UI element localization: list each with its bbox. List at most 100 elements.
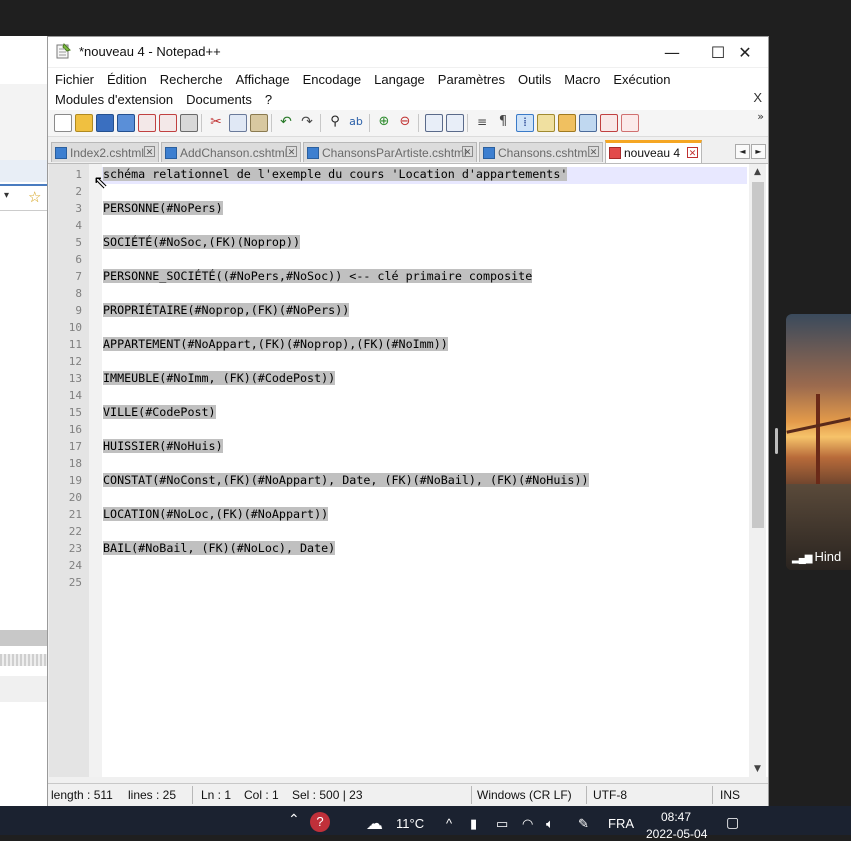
tab-close-icon[interactable]: ✕	[286, 146, 297, 157]
tab-chansons[interactable]: Chansons.cshtml ✕	[479, 142, 603, 162]
chevron-up-icon[interactable]: ⌃	[288, 811, 300, 828]
zoom-out-icon[interactable]: ⊖	[397, 114, 413, 130]
close-all-icon[interactable]	[159, 114, 177, 132]
code-line[interactable]: LOCATION(#NoLoc,(FK)(#NoAppart))	[103, 507, 329, 521]
code-line[interactable]: BAIL(#NoBail, (FK)(#NoLoc), Date)	[103, 541, 336, 555]
close-document-button[interactable]: X	[753, 90, 762, 105]
menu-fichier[interactable]: Fichier	[55, 72, 94, 87]
status-divider	[586, 786, 587, 804]
menu-affichage[interactable]: Affichage	[236, 72, 290, 87]
code-line[interactable]: schéma relationnel de l'exemple du cours…	[103, 167, 568, 181]
video-participant-tile[interactable]: ▂▄▆ Hind	[786, 314, 851, 570]
tab-index2[interactable]: Index2.cshtml ✕	[51, 142, 159, 162]
code-line[interactable]: HUISSIER(#NoHuis)	[103, 439, 223, 453]
title-bar[interactable]: *nouveau 4 - Notepad++ — ☐ ✕	[48, 37, 768, 67]
monitoring-icon[interactable]	[621, 114, 639, 132]
notification-icon[interactable]: ▢	[726, 814, 739, 831]
status-eol-format[interactable]: Windows (CR LF)	[477, 788, 572, 802]
sync-vertical-icon[interactable]	[425, 114, 443, 132]
zoom-in-icon[interactable]: ⊕	[376, 114, 392, 130]
vertical-scrollbar[interactable]: ▲ ▼	[749, 164, 766, 777]
battery-icon[interactable]: ▭	[496, 816, 508, 832]
pen-icon[interactable]: ✎	[578, 816, 589, 832]
background-address-bar[interactable]: ▾ ☆	[0, 184, 47, 211]
user-defined-language-icon[interactable]	[537, 114, 555, 132]
tab-close-icon[interactable]: ✕	[687, 147, 698, 158]
scroll-down-arrow-icon[interactable]: ▼	[749, 761, 766, 777]
tab-nouveau-4[interactable]: nouveau 4 ✕	[605, 140, 702, 163]
save-icon[interactable]	[96, 114, 114, 132]
undo-icon[interactable]: ↶	[278, 114, 294, 130]
menu-edition[interactable]: Édition	[107, 72, 147, 87]
menu-documents[interactable]: Documents	[186, 92, 252, 107]
tab-close-icon[interactable]: ✕	[588, 146, 599, 157]
tab-scroll-right-button[interactable]: ►	[751, 144, 766, 159]
minimize-button[interactable]: —	[649, 37, 695, 67]
show-hidden-icons-icon[interactable]: ^	[446, 816, 452, 831]
close-file-icon[interactable]	[138, 114, 156, 132]
fold-margin[interactable]	[89, 164, 102, 777]
tab-scroll-left-button[interactable]: ◄	[735, 144, 750, 159]
line-number: 12	[68, 355, 82, 368]
code-line[interactable]: IMMEUBLE(#NoImm, (FK)(#CodePost))	[103, 371, 336, 385]
status-insert-mode[interactable]: INS	[720, 788, 740, 802]
window-title: *nouveau 4 - Notepad++	[79, 44, 221, 59]
chevron-down-icon[interactable]: ▾	[4, 190, 9, 201]
redo-icon[interactable]: ↷	[299, 114, 315, 130]
toolbar-overflow-icon[interactable]: »	[757, 110, 764, 123]
help-app-icon[interactable]: ?	[310, 812, 330, 832]
folder-as-workspace-icon[interactable]	[600, 114, 618, 132]
code-line[interactable]: APPARTEMENT(#NoAppart,(FK)(#Noprop),(FK)…	[103, 337, 448, 351]
save-all-icon[interactable]	[117, 114, 135, 132]
clock-time[interactable]: 08:47	[661, 810, 691, 824]
status-selection: Sel : 500 | 23	[292, 788, 363, 802]
print-icon[interactable]	[180, 114, 198, 132]
code-line[interactable]: SOCIÉTÉ(#NoSoc,(FK)(Noprop))	[103, 235, 301, 249]
menu-macro[interactable]: Macro	[564, 72, 600, 87]
find-icon[interactable]: ⚲	[327, 114, 343, 130]
close-button[interactable]: ✕	[722, 37, 768, 67]
code-line[interactable]: VILLE(#CodePost)	[103, 405, 216, 419]
scroll-up-arrow-icon[interactable]: ▲	[749, 164, 766, 180]
volume-icon[interactable]: 🔈︎	[546, 816, 554, 832]
open-file-icon[interactable]	[75, 114, 93, 132]
menu-help[interactable]: ?	[265, 92, 272, 107]
clock-date[interactable]: 2022-05-04	[646, 827, 707, 841]
code-line[interactable]: PERSONNE_SOCIÉTÉ((#NoPers,#NoSoc)) <-- c…	[103, 269, 533, 283]
input-language[interactable]: FRA	[608, 816, 634, 831]
replace-icon[interactable]: ab	[348, 114, 364, 130]
new-file-icon[interactable]	[54, 114, 72, 132]
document-map-icon[interactable]	[558, 114, 576, 132]
menu-langage[interactable]: Langage	[374, 72, 425, 87]
function-list-icon[interactable]	[579, 114, 597, 132]
menu-outils[interactable]: Outils	[518, 72, 551, 87]
indent-guide-icon[interactable]: ⁞	[516, 114, 534, 132]
show-all-characters-icon[interactable]: ¶	[495, 114, 511, 130]
cut-icon[interactable]: ✂	[208, 114, 224, 130]
menu-modules-extension[interactable]: Modules d'extension	[55, 92, 173, 107]
code-line[interactable]: CONSTAT(#NoConst,(FK)(#NoAppart), Date, …	[103, 473, 589, 487]
favorites-star-icon[interactable]: ☆	[28, 188, 41, 206]
menu-execution[interactable]: Exécution	[613, 72, 670, 87]
word-wrap-icon[interactable]: ≡	[474, 114, 490, 130]
scrollbar-thumb[interactable]	[752, 182, 764, 528]
paste-icon[interactable]	[250, 114, 268, 132]
weather-cloud-icon[interactable]: ☁	[366, 814, 383, 834]
panel-resize-handle[interactable]	[775, 428, 778, 454]
microphone-icon[interactable]: ▮	[470, 816, 477, 832]
sync-horizontal-icon[interactable]	[446, 114, 464, 132]
menu-parametres[interactable]: Paramètres	[438, 72, 505, 87]
text-editor[interactable]: 1 2 3 4 5 6 7 8 9 10 11 12 13 14 15 16 17 18 19 20 21 22 23 24 2…	[49, 164, 768, 777]
code-line[interactable]: PERSONNE(#NoPers)	[103, 201, 223, 215]
weather-temperature[interactable]: 11°C	[396, 816, 424, 831]
menu-recherche[interactable]: Recherche	[160, 72, 223, 87]
copy-icon[interactable]	[229, 114, 247, 132]
status-encoding[interactable]: UTF-8	[593, 788, 627, 802]
tab-close-icon[interactable]: ✕	[144, 146, 155, 157]
wifi-icon[interactable]: ◠	[522, 816, 533, 832]
menu-encodage[interactable]: Encodage	[303, 72, 362, 87]
tab-addchanson[interactable]: AddChanson.cshtml ✕	[161, 142, 301, 162]
tab-close-icon[interactable]: ✕	[462, 146, 473, 157]
tab-chansonsparartiste[interactable]: ChansonsParArtiste.cshtml ✕	[303, 142, 477, 162]
code-line[interactable]: PROPRIÉTAIRE(#Noprop,(FK)(#NoPers))	[103, 303, 350, 317]
